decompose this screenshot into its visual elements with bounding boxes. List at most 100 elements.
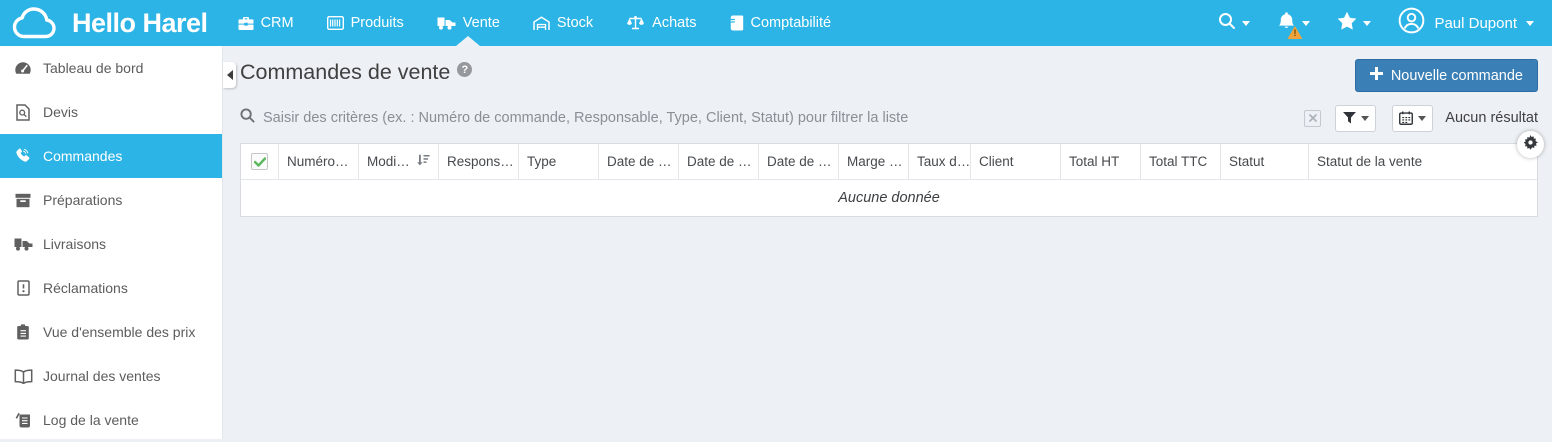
chevron-down-icon xyxy=(1363,21,1371,26)
gear-icon xyxy=(1523,135,1538,155)
column-header-type[interactable]: Type xyxy=(519,144,599,179)
search-icon xyxy=(1218,12,1236,35)
chevron-down-icon xyxy=(1361,116,1369,121)
nav-item-crm[interactable]: CRM xyxy=(238,0,294,46)
main-content: Commandes de vente ? Nouvelle commande xyxy=(223,46,1552,439)
sidebar-item-label: Log de la vente xyxy=(43,412,139,428)
filter-dropdown-button[interactable] xyxy=(1335,105,1376,132)
nav-item-achats[interactable]: Achats xyxy=(626,0,696,46)
chevron-left-icon xyxy=(227,70,233,80)
sidebar-item-devis[interactable]: Devis xyxy=(0,90,222,134)
nav-label: Achats xyxy=(652,15,696,31)
sidebar-item-vue-densemble-des-prix[interactable]: Vue d'ensemble des prix xyxy=(0,310,222,354)
column-header-total-ttc[interactable]: Total TTC xyxy=(1141,144,1221,179)
cloud-icon xyxy=(10,7,62,40)
clear-filter-icon[interactable] xyxy=(1304,110,1321,127)
filter-bar: Aucun résultat xyxy=(240,101,1538,135)
title-row: Commandes de vente ? Nouvelle commande xyxy=(240,59,1538,92)
funnel-icon xyxy=(1343,112,1356,124)
nav-item-comptabilite[interactable]: Comptabilité xyxy=(730,0,832,46)
column-header-date-1[interactable]: Date de … xyxy=(599,144,679,179)
chevron-down-icon xyxy=(1526,21,1534,26)
sidebar: Tableau de bord Devis Commandes Préparat… xyxy=(0,46,223,439)
new-order-button[interactable]: Nouvelle commande xyxy=(1355,59,1538,92)
sidebar-item-label: Vue d'ensemble des prix xyxy=(43,324,195,340)
table-header-row: Numéro… Modi… Respons… Type Date de … Da… xyxy=(241,144,1537,180)
box-icon xyxy=(13,193,33,208)
column-header-statut[interactable]: Statut xyxy=(1221,144,1309,179)
column-header-taux[interactable]: Taux d… xyxy=(909,144,971,179)
column-header-date-2[interactable]: Date de … xyxy=(679,144,759,179)
nav-label: Produits xyxy=(351,15,404,31)
nav-item-produits[interactable]: Produits xyxy=(327,0,404,46)
sidebar-item-tableau-de-bord[interactable]: Tableau de bord xyxy=(0,46,222,90)
nav-label: Comptabilité xyxy=(751,15,832,31)
column-header-modifie[interactable]: Modi… xyxy=(359,144,439,179)
ledger-icon xyxy=(730,15,744,31)
sidebar-item-commandes[interactable]: Commandes xyxy=(0,134,222,178)
sidebar-item-log-de-la-vente[interactable]: Log de la vente xyxy=(0,398,222,442)
help-icon[interactable]: ? xyxy=(457,62,472,77)
search-icon xyxy=(240,108,255,128)
app-logo[interactable]: Hello Harel xyxy=(0,7,208,40)
nav-label: Stock xyxy=(557,15,593,31)
column-header-client[interactable]: Client xyxy=(971,144,1061,179)
column-header-statut-vente[interactable]: Statut de la vente xyxy=(1309,144,1537,179)
dashboard-icon xyxy=(13,61,33,75)
brand-name: Hello Harel xyxy=(72,8,208,39)
sidebar-item-livraisons[interactable]: Livraisons xyxy=(0,222,222,266)
open-book-icon xyxy=(13,369,33,384)
sidebar-item-label: Livraisons xyxy=(43,236,106,252)
nav-label: Vente xyxy=(463,15,500,31)
sidebar-item-label: Réclamations xyxy=(43,280,128,296)
user-menu[interactable]: Paul Dupont xyxy=(1398,7,1534,39)
topbar-right: ! Paul Dupont xyxy=(1218,7,1552,39)
active-nav-arrow xyxy=(456,36,480,46)
chevron-down-icon xyxy=(1302,21,1310,26)
barcode-icon xyxy=(327,16,344,30)
calendar-icon xyxy=(1399,111,1413,125)
sidebar-item-preparations[interactable]: Préparations xyxy=(0,178,222,222)
select-all-checkbox[interactable] xyxy=(251,153,268,170)
column-header-date-3[interactable]: Date de … xyxy=(759,144,839,179)
briefcase-icon xyxy=(238,16,254,31)
clipboard-icon xyxy=(13,324,33,340)
nav-item-vente[interactable]: Vente xyxy=(437,0,500,46)
bell-icon: ! xyxy=(1277,11,1296,35)
chevron-down-icon xyxy=(1418,116,1426,121)
log-icon xyxy=(13,412,33,428)
column-settings-button[interactable] xyxy=(1517,131,1544,158)
new-order-button-label: Nouvelle commande xyxy=(1391,68,1523,84)
column-header-responsable[interactable]: Respons… xyxy=(439,144,519,179)
nav-label: CRM xyxy=(261,15,294,31)
orders-table: Numéro… Modi… Respons… Type Date de … Da… xyxy=(240,143,1538,217)
column-header-total-ht[interactable]: Total HT xyxy=(1061,144,1141,179)
empty-state-row: Aucune donnée xyxy=(241,180,1537,216)
phone-icon xyxy=(13,148,33,165)
select-all-cell xyxy=(241,144,279,179)
delivery-truck-icon xyxy=(13,237,33,252)
file-exclamation-icon xyxy=(13,280,33,296)
topbar: Hello Harel CRM Produits Vente Stoc xyxy=(0,0,1552,46)
sidebar-item-journal-des-ventes[interactable]: Journal des ventes xyxy=(0,354,222,398)
date-filter-button[interactable] xyxy=(1392,105,1433,132)
filter-criteria-input[interactable] xyxy=(263,110,1304,126)
column-header-marge[interactable]: Marge … xyxy=(839,144,909,179)
nav-item-stock[interactable]: Stock xyxy=(533,0,593,46)
result-count: Aucun résultat xyxy=(1445,110,1538,126)
page-title: Commandes de vente xyxy=(240,59,450,86)
sidebar-item-label: Journal des ventes xyxy=(43,368,161,384)
sidebar-item-reclamations[interactable]: Réclamations xyxy=(0,266,222,310)
empty-state-text: Aucune donnée xyxy=(838,190,940,206)
search-menu[interactable] xyxy=(1218,12,1250,35)
warehouse-icon xyxy=(533,16,550,31)
plus-icon xyxy=(1370,67,1383,84)
file-search-icon xyxy=(13,104,33,121)
favorites-menu[interactable] xyxy=(1337,11,1371,35)
sidebar-item-label: Tableau de bord xyxy=(43,60,143,76)
sidebar-item-label: Devis xyxy=(43,104,78,120)
column-header-numero[interactable]: Numéro… xyxy=(279,144,359,179)
sidebar-collapse-toggle[interactable] xyxy=(223,62,236,88)
notifications-menu[interactable]: ! xyxy=(1277,11,1310,35)
chevron-down-icon xyxy=(1242,21,1250,26)
